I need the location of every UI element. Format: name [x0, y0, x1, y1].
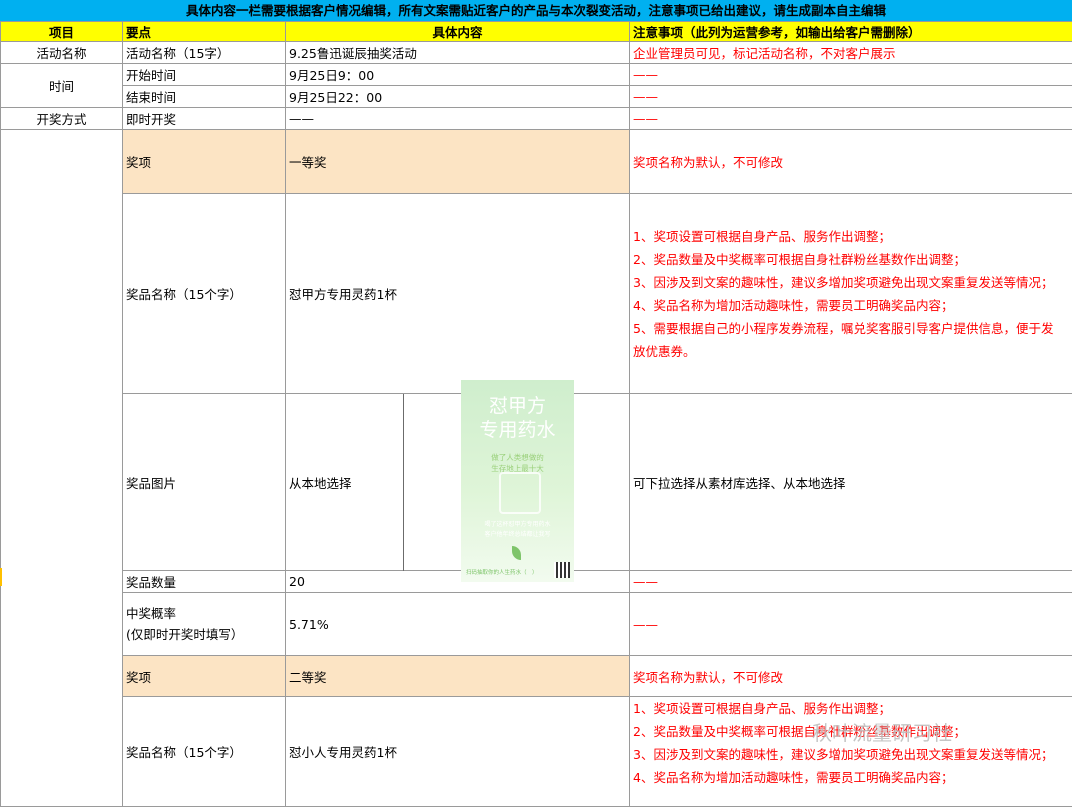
- point-cell: 奖项: [123, 656, 286, 697]
- note-cell: 奖项名称为默认，不可修改: [630, 130, 1072, 194]
- note-cell: ——: [630, 86, 1072, 108]
- header-row: 项目 要点 具体内容 注意事项（此列为运营参考，如输出给客户需删除）: [1, 22, 1072, 42]
- point-cell: 活动名称（15字）: [123, 42, 286, 64]
- point-cell: 即时开奖: [123, 108, 286, 130]
- poster-caption-line: 喝了这杯怼甲方专用药水: [461, 520, 574, 530]
- note-line: 3、因涉及到文案的趣味性，建议多增加奖项避免出现文案重复发送等情况；: [633, 271, 1069, 294]
- point-line: 中奖概率: [126, 603, 282, 624]
- note-cell: 1、奖项设置可根据自身产品、服务作出调整； 2、奖品数量及中奖概率可根据自身社群…: [630, 194, 1072, 394]
- point-cell: 奖品图片: [123, 394, 286, 571]
- note-cell: ——: [630, 593, 1072, 656]
- poster-subtitle: 做了人类想做的 生存地上最十大: [461, 452, 574, 474]
- leaf-icon: [512, 546, 521, 560]
- table-row: 奖品名称（15个字） 怼小人专用灵药1杯 1、奖项设置可根据自身产品、服务作出调…: [1, 697, 1072, 807]
- point-cell: 奖品数量: [123, 571, 286, 593]
- note-cell: 企业管理员可见，标记活动名称，不对客户展示: [630, 42, 1072, 64]
- note-line: 3、因涉及到文案的趣味性，建议多增加奖项避免出现文案重复发送等情况；: [633, 743, 1069, 766]
- note-cell: ——: [630, 571, 1072, 593]
- item-cell-empty: [1, 130, 123, 807]
- content-cell[interactable]: 从本地选择: [286, 394, 630, 571]
- table-row: 奖项 二等奖 奖项名称为默认，不可修改: [1, 656, 1072, 697]
- content-cell[interactable]: 9月25日9：00: [286, 64, 630, 86]
- poster-title-line: 专用药水: [461, 418, 574, 442]
- selection-marker: [0, 568, 2, 586]
- qr-code-icon: [554, 562, 570, 578]
- content-cell[interactable]: 怼甲方专用灵药1杯: [286, 194, 630, 394]
- table-row: 奖品名称（15个字） 怼甲方专用灵药1杯 1、奖项设置可根据自身产品、服务作出调…: [1, 194, 1072, 394]
- note-cell: 奖项名称为默认，不可修改: [630, 656, 1072, 697]
- table-row: 结束时间 9月25日22：00 ——: [1, 86, 1072, 108]
- poster-caption: 喝了这杯怼甲方专用药水 客户他年终总结都让我写: [461, 520, 574, 540]
- point-cell: 奖品名称（15个字）: [123, 697, 286, 807]
- note-line: 放优惠券。: [633, 340, 1069, 363]
- point-line: (仅即时开奖时填写）: [126, 624, 282, 645]
- note-line: 4、奖品名称为增加活动趣味性，需要员工明确奖品内容；: [633, 294, 1069, 317]
- poster-footer: 扫码抽取你的人生药水（ ）: [466, 568, 538, 576]
- poster-title-line: 怼甲方: [461, 394, 574, 418]
- header-point: 要点: [123, 22, 286, 42]
- note-cell: ——: [630, 108, 1072, 130]
- note-line: 5、需要根据自己的小程序发券流程，嘱兑奖客服引导客户提供信息，便于发: [633, 317, 1069, 340]
- instruction-banner: 具体内容一栏需要根据客户情况编辑，所有文案需贴近客户的产品与本次裂变活动，注意事…: [0, 0, 1072, 21]
- prize-poster-image[interactable]: 怼甲方 专用药水 做了人类想做的 生存地上最十大 喝了这杯怼甲方专用药水 客户他…: [461, 380, 574, 582]
- poster-caption-line: 客户他年终总结都让我写: [461, 530, 574, 540]
- watermark: 秋叶流量研习社: [812, 717, 952, 746]
- table-row: 奖项 一等奖 奖项名称为默认，不可修改: [1, 130, 1072, 194]
- table-row: 活动名称 活动名称（15字） 9.25鲁迅诞辰抽奖活动 企业管理员可见，标记活动…: [1, 42, 1072, 64]
- point-cell: 奖品名称（15个字）: [123, 194, 286, 394]
- note-cell: 1、奖项设置可根据自身产品、服务作出调整； 2、奖品数量及中奖概率可根据自身社群…: [630, 697, 1072, 807]
- point-cell: 奖项: [123, 130, 286, 194]
- content-cell[interactable]: 怼小人专用灵药1杯: [286, 697, 630, 807]
- note-line: 2、奖品数量及中奖概率可根据自身社群粉丝基数作出调整；: [633, 248, 1069, 271]
- item-cell: 开奖方式: [1, 108, 123, 130]
- content-cell[interactable]: 20: [286, 571, 630, 593]
- content-cell[interactable]: 二等奖: [286, 656, 630, 697]
- item-cell: 时间: [1, 64, 123, 108]
- header-item: 项目: [1, 22, 123, 42]
- cup-icon: [499, 472, 541, 514]
- table-row: 时间 开始时间 9月25日9：00 ——: [1, 64, 1072, 86]
- content-cell[interactable]: 一等奖: [286, 130, 630, 194]
- point-cell: 中奖概率 (仅即时开奖时填写）: [123, 593, 286, 656]
- content-cell[interactable]: 5.71%: [286, 593, 630, 656]
- table-row: 中奖概率 (仅即时开奖时填写） 5.71% ——: [1, 593, 1072, 656]
- content-cell[interactable]: 9月25日22：00: [286, 86, 630, 108]
- note-cell: ——: [630, 64, 1072, 86]
- content-cell[interactable]: 9.25鲁迅诞辰抽奖活动: [286, 42, 630, 64]
- item-cell: 活动名称: [1, 42, 123, 64]
- header-note: 注意事项（此列为运营参考，如输出给客户需删除）: [630, 22, 1072, 42]
- point-cell: 结束时间: [123, 86, 286, 108]
- header-content: 具体内容: [286, 22, 630, 42]
- point-cell: 开始时间: [123, 64, 286, 86]
- content-cell[interactable]: ——: [286, 108, 630, 130]
- poster-title: 怼甲方 专用药水: [461, 394, 574, 442]
- cell-divider: [403, 394, 404, 571]
- table-row: 开奖方式 即时开奖 —— ——: [1, 108, 1072, 130]
- note-cell: 可下拉选择从素材库选择、从本地选择: [630, 394, 1072, 571]
- note-line: 1、奖项设置可根据自身产品、服务作出调整；: [633, 225, 1069, 248]
- poster-subtitle-line: 做了人类想做的: [461, 452, 574, 463]
